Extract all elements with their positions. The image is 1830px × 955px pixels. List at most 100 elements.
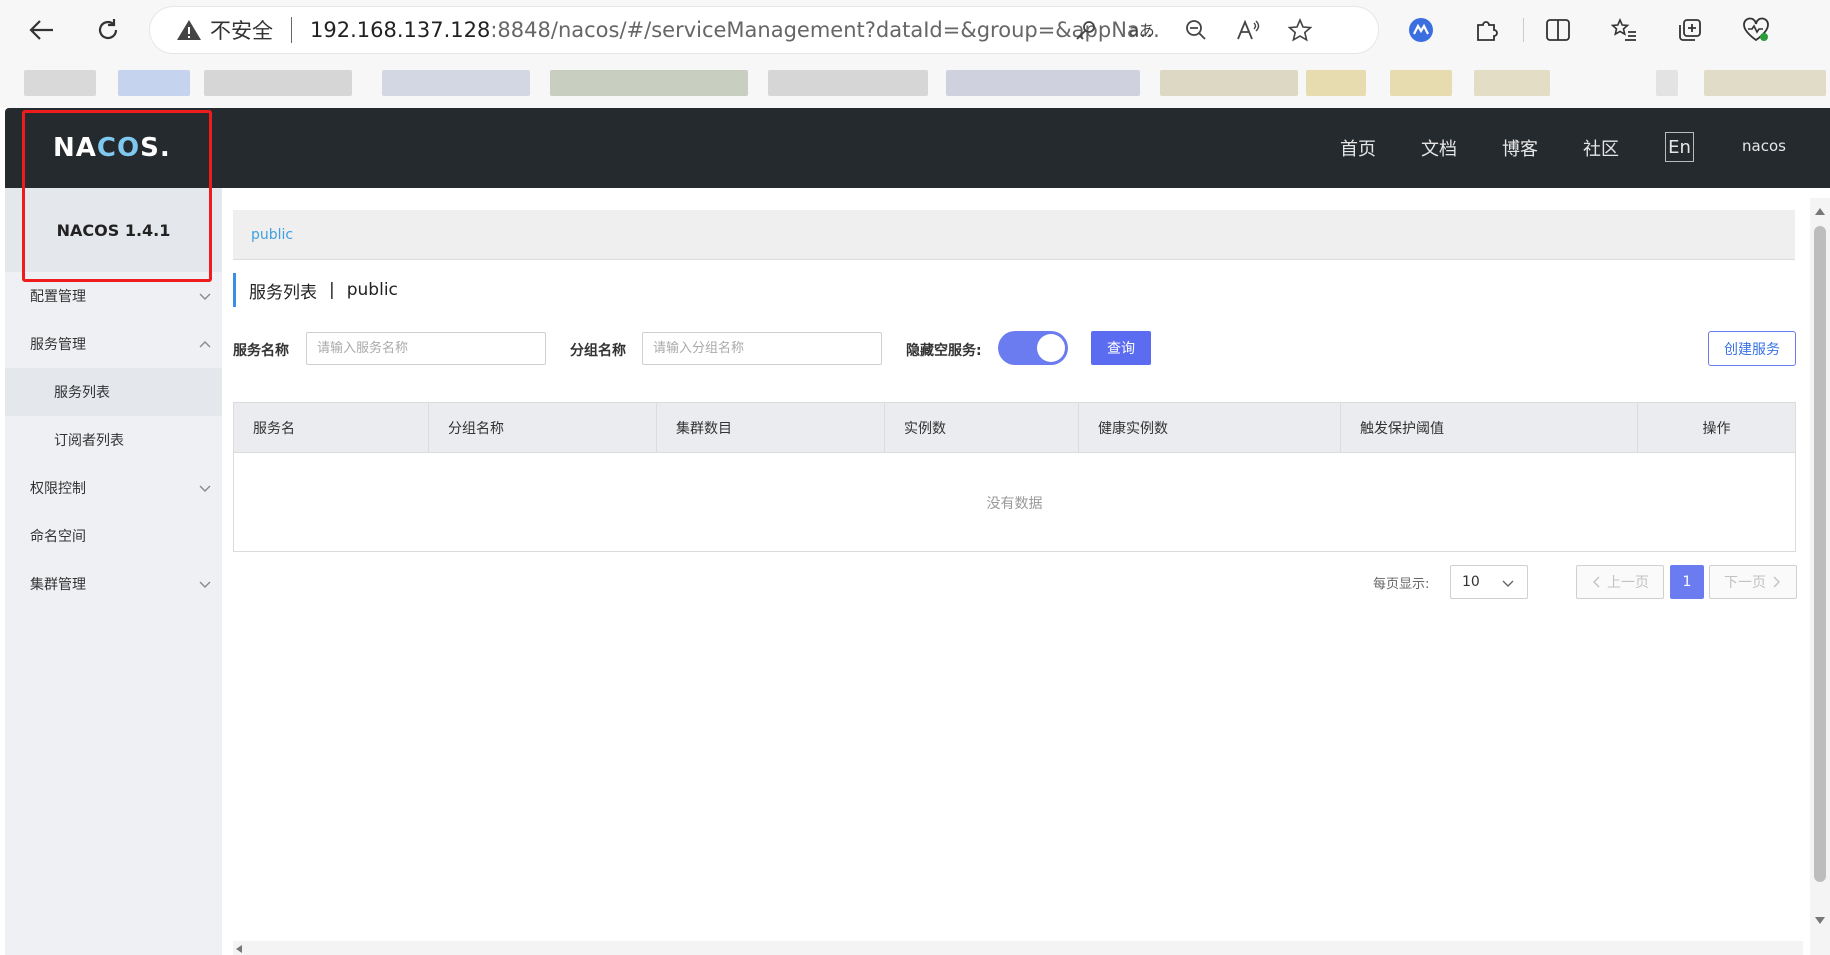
hide-empty-label: 隐藏空服务:: [906, 343, 982, 359]
bookmark-item[interactable]: [24, 70, 96, 96]
browser-toolbar: 不安全 192.168.137.128:8848/nacos/#/service…: [0, 0, 1830, 60]
prev-page-button[interactable]: 上一页: [1576, 565, 1664, 599]
refresh-button[interactable]: [90, 12, 126, 48]
sidebar-item-config-management[interactable]: 配置管理: [5, 272, 222, 320]
sidebar-item-service-management[interactable]: 服务管理: [5, 320, 222, 368]
scroll-left-arrow-icon[interactable]: [235, 944, 243, 954]
sidebar-item-access-control[interactable]: 权限控制: [5, 464, 222, 512]
toggle-knob: [1037, 334, 1065, 362]
bookmark-item[interactable]: [550, 70, 748, 96]
logo-text: NACOS.: [53, 133, 171, 162]
collections-icon[interactable]: [1674, 14, 1706, 46]
browser-health-icon[interactable]: [1740, 14, 1772, 46]
scroll-down-arrow-icon[interactable]: [1814, 916, 1826, 926]
url-path: :8848/nacos/#/serviceManagement?dataId=&…: [490, 18, 1160, 42]
table-header: 服务名 分组名称 集群数目 实例数 健康实例数 触发保护阈值 操作: [234, 403, 1795, 453]
table-empty-text: 没有数据: [986, 496, 1043, 512]
bookmark-item[interactable]: [1160, 70, 1298, 96]
sidebar-item-label: 命名空间: [30, 529, 86, 545]
page-title-text: 服务列表: [249, 282, 317, 303]
chevron-down-icon: [199, 293, 211, 300]
next-page-label: 下一页: [1724, 575, 1766, 591]
username[interactable]: nacos: [1742, 137, 1786, 155]
svg-text:aあ: aあ: [1129, 21, 1155, 40]
hide-empty-toggle[interactable]: [998, 331, 1068, 365]
per-page-select[interactable]: 10: [1450, 565, 1528, 599]
key-icon[interactable]: [1072, 18, 1100, 42]
sidebar-item-cluster-management[interactable]: 集群管理: [5, 560, 222, 608]
zoom-out-icon[interactable]: [1182, 18, 1210, 42]
bookmark-item[interactable]: [118, 70, 190, 96]
service-table: 服务名 分组名称 集群数目 实例数 健康实例数 触发保护阈值 操作 没有数据: [233, 402, 1796, 552]
bookmark-item[interactable]: [1390, 70, 1452, 96]
translate-icon[interactable]: aあ: [1128, 18, 1156, 42]
chevron-down-icon: [199, 485, 211, 492]
next-page-button[interactable]: 下一页: [1709, 565, 1797, 599]
service-name-label: 服务名称: [233, 343, 289, 359]
bookmark-item[interactable]: [1704, 70, 1826, 96]
column-header-instance-count[interactable]: 实例数: [885, 403, 1079, 452]
page-number-button[interactable]: 1: [1670, 565, 1704, 599]
bookmark-item[interactable]: [1656, 70, 1678, 96]
address-divider: [291, 17, 292, 43]
url-host: 192.168.137.128: [310, 18, 491, 42]
column-header-actions: 操作: [1702, 420, 1731, 437]
bookmark-item[interactable]: [1474, 70, 1550, 96]
toolbar-divider: [1523, 18, 1524, 42]
scroll-up-arrow-icon[interactable]: [1814, 206, 1826, 216]
sidebar: NACOS 1.4.1 配置管理 服务管理 服务列表 订阅者列表 权限控制 命名…: [5, 188, 222, 955]
sidebar-item-label: 服务列表: [54, 385, 110, 401]
breadcrumb: public: [233, 210, 1795, 260]
bookmarks-bar: [0, 60, 1830, 108]
query-button[interactable]: 查询: [1091, 331, 1151, 365]
sidebar-item-label: 服务管理: [30, 337, 86, 353]
back-button[interactable]: [24, 12, 60, 48]
vertical-scrollbar[interactable]: [1810, 198, 1830, 955]
column-header-cluster-count[interactable]: 集群数目: [657, 403, 885, 452]
favorites-list-icon[interactable]: [1608, 14, 1640, 46]
prev-page-label: 上一页: [1607, 575, 1649, 591]
sidebar-item-service-list[interactable]: 服务列表: [5, 368, 222, 416]
column-header-healthy-instance-count[interactable]: 健康实例数: [1079, 403, 1341, 452]
column-header-protect-threshold[interactable]: 触发保护阈值: [1341, 403, 1638, 452]
breadcrumb-namespace-link[interactable]: public: [251, 227, 293, 243]
page-title: 服务列表 | public: [233, 273, 398, 307]
language-toggle-button[interactable]: En: [1665, 132, 1694, 162]
bookmark-item[interactable]: [382, 70, 530, 96]
sidebar-item-subscriber-list[interactable]: 订阅者列表: [5, 416, 222, 464]
nacos-logo[interactable]: NACOS.: [53, 130, 175, 166]
arrow-left-icon: [29, 20, 53, 40]
refresh-icon: [98, 19, 118, 40]
version-box: NACOS 1.4.1: [5, 188, 222, 272]
nav-docs-link[interactable]: 文档: [1421, 135, 1457, 161]
address-bar[interactable]: 不安全 192.168.137.128:8848/nacos/#/service…: [150, 7, 1378, 53]
sidebar-item-namespace[interactable]: 命名空间: [5, 512, 222, 560]
bookmark-item[interactable]: [1306, 70, 1366, 96]
page-title-namespace: public: [346, 280, 398, 300]
version-label: NACOS 1.4.1: [56, 220, 171, 240]
bookmark-item[interactable]: [768, 70, 928, 96]
sidebar-item-label: 集群管理: [30, 577, 86, 593]
chevron-left-icon: [1593, 576, 1600, 588]
split-screen-icon[interactable]: [1542, 14, 1574, 46]
read-aloud-icon[interactable]: [1234, 18, 1262, 42]
create-service-button[interactable]: 创建服务: [1708, 331, 1796, 366]
favorite-star-icon[interactable]: [1286, 18, 1314, 42]
horizontal-scrollbar[interactable]: [233, 941, 1803, 955]
chevron-down-icon: [1502, 580, 1514, 587]
scrollbar-thumb[interactable]: [1814, 226, 1826, 882]
extension-badge-icon[interactable]: [1405, 14, 1437, 46]
nav-home-link[interactable]: 首页: [1340, 135, 1376, 161]
group-name-input[interactable]: [642, 332, 882, 365]
bookmark-item[interactable]: [204, 70, 352, 96]
service-name-input[interactable]: [306, 332, 546, 365]
column-header-group-name[interactable]: 分组名称: [429, 403, 657, 452]
bookmark-item[interactable]: [946, 70, 1140, 96]
sidebar-item-label: 配置管理: [30, 289, 86, 305]
extensions-puzzle-icon[interactable]: [1470, 14, 1502, 46]
nav-community-link[interactable]: 社区: [1583, 135, 1619, 161]
column-header-service-name[interactable]: 服务名: [234, 403, 429, 452]
insecure-label[interactable]: 不安全: [210, 15, 273, 45]
nav-blog-link[interactable]: 博客: [1502, 135, 1538, 161]
app-header: NACOS. 首页 文档 博客 社区 En nacos: [5, 108, 1830, 188]
